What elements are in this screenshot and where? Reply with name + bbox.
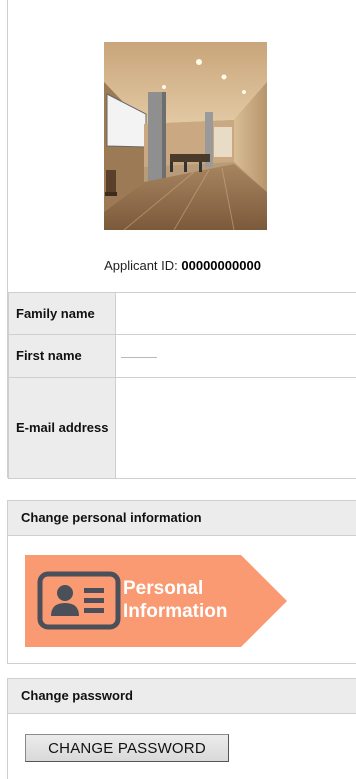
personal-info-header: Change personal information [8,500,356,536]
mypage: Applicant ID: 00000000000 Family name Fi… [0,0,356,779]
applicant-id-line: Applicant ID: 00000000000 [8,258,356,273]
profile-card: Applicant ID: 00000000000 Family name Fi… [7,0,356,479]
profile-info-table: Family name First name E-mail address [8,292,356,479]
family-name-label: Family name [8,292,116,335]
table-row: First name [8,334,356,378]
change-password-button[interactable]: CHANGE PASSWORD [25,734,229,762]
first-name-label: First name [8,334,116,378]
banner-line-2: Information [123,601,228,622]
email-value [115,377,356,479]
password-section: Change password CHANGE PASSWORD [7,678,356,779]
personal-information-button[interactable]: Personal Information [25,555,287,647]
redacted-mark [121,357,157,358]
password-header: Change password [8,678,356,714]
banner-line-1: Personal [123,578,204,599]
email-label: E-mail address [8,377,116,479]
personal-info-section: Change personal information Personal Inf… [7,500,356,664]
table-row: Family name [8,292,356,335]
table-row: E-mail address [8,377,356,479]
first-name-value [115,334,356,378]
applicant-photo [104,42,267,230]
family-name-value [115,292,356,335]
applicant-id-value: 00000000000 [181,258,261,273]
applicant-id-label: Applicant ID: [104,258,178,273]
banner-text: Personal Information [123,577,228,623]
